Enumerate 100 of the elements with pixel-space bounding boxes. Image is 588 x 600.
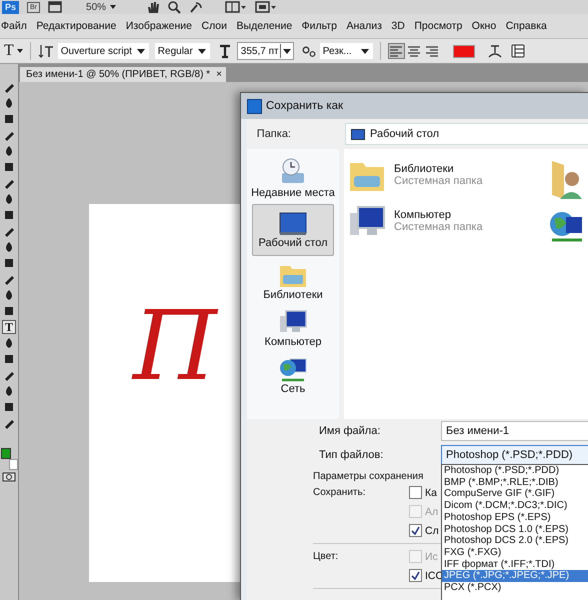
tool-button[interactable]	[2, 208, 16, 222]
save-label: Сохранить:	[313, 486, 366, 500]
quick-mask-icon[interactable]	[2, 472, 16, 482]
app-logo[interactable]: Ps	[2, 0, 20, 14]
pencil-icon	[3, 225, 15, 237]
pencil-icon	[3, 129, 15, 141]
square-icon	[3, 257, 15, 269]
file-type-option[interactable]: PCX (*.PCX)	[442, 582, 588, 594]
tool-button[interactable]	[2, 400, 16, 414]
menu-item[interactable]: Анализ	[346, 20, 382, 32]
zoom-level-dropdown[interactable]: 50%	[86, 2, 116, 12]
panels-icon[interactable]	[510, 44, 525, 58]
font-family-dropdown[interactable]: Ouverture script	[58, 43, 149, 59]
font-style-dropdown[interactable]: Regular	[154, 43, 210, 59]
square-icon	[3, 353, 15, 365]
menu-item[interactable]: Окно	[472, 20, 496, 32]
drop-icon	[3, 385, 15, 397]
menu-item[interactable]: Файл	[1, 20, 27, 32]
anti-alias-dropdown[interactable]: Резк...	[320, 43, 373, 59]
arrange-documents-icon[interactable]	[225, 1, 248, 13]
pencil-icon	[3, 81, 15, 93]
anti-alias-icon	[302, 44, 316, 58]
file-name-label: Имя файла:	[319, 425, 382, 437]
font-size-field[interactable]: 355,7 пт	[236, 42, 294, 60]
menu-item[interactable]: Выделение	[236, 20, 292, 32]
menu-item[interactable]: Просмотр	[414, 20, 462, 32]
checkbox[interactable]	[409, 486, 422, 499]
zoom-icon[interactable]	[168, 0, 182, 14]
text-color-swatch[interactable]	[452, 44, 475, 58]
drop-icon	[3, 241, 15, 253]
file-type-option[interactable]: Photoshop DCS 2.0 (*.EPS)	[442, 535, 588, 547]
background-color-swatch[interactable]	[9, 459, 18, 470]
place-item[interactable]: Недавние места	[253, 155, 333, 201]
file-name-field[interactable]: Без имени-1	[441, 421, 588, 441]
foreground-color-swatch[interactable]	[1, 448, 11, 460]
script-text: П	[133, 298, 217, 394]
file-type-label: Тип файлов:	[319, 449, 384, 461]
file-type-option[interactable]: Photoshop (*.PSD;*.PDD)	[442, 465, 588, 477]
document-tab[interactable]: Без имени-1 @ 50% (ПРИВЕТ, RGB/8) * ×	[20, 67, 226, 82]
rotate-view-icon[interactable]	[189, 0, 204, 14]
tool-button[interactable]	[2, 160, 16, 174]
view-extras-icon[interactable]	[48, 1, 62, 13]
hand-icon[interactable]	[146, 0, 160, 14]
menu-item[interactable]: Слои	[201, 20, 228, 32]
align-button[interactable]	[388, 43, 405, 59]
file-type-option[interactable]: BMP (*.BMP;*.RLE;*.DIB)	[442, 476, 588, 488]
checkbox[interactable]	[409, 524, 422, 537]
square-icon	[3, 401, 15, 413]
pencil-icon	[3, 177, 15, 189]
place-item[interactable]: Библиотеки	[253, 259, 333, 303]
tool-button[interactable]	[2, 256, 16, 270]
file-type-option[interactable]: CompuServe GIF (*.GIF)	[442, 488, 588, 500]
file-type-option[interactable]: Photoshop DCS 1.0 (*.EPS)	[442, 524, 588, 536]
text-orientation-icon[interactable]	[38, 43, 54, 59]
place-item[interactable]: Сеть	[253, 353, 333, 397]
checkbox-label: Сл	[425, 524, 439, 536]
checkbox[interactable]	[409, 569, 422, 582]
file-type-option[interactable]: IFF формат (*.IFF;*.TDI)	[442, 558, 588, 570]
drop-icon	[3, 97, 15, 109]
place-item[interactable]: Компьютер	[253, 306, 333, 350]
tool-button[interactable]	[2, 352, 16, 366]
dialog-title: Сохранить как	[266, 100, 344, 112]
folder-label: Папка:	[256, 128, 291, 140]
square-icon	[3, 305, 15, 317]
color-label: Цвет:	[313, 550, 340, 564]
save-options-title: Параметры сохранения	[313, 471, 424, 482]
menu-item[interactable]: 3D	[391, 20, 405, 32]
pencil-icon	[3, 369, 15, 381]
menu-item[interactable]: Справка	[506, 20, 547, 32]
tool-button[interactable]	[2, 304, 16, 318]
drop-icon	[3, 337, 15, 349]
file-type-dropdown[interactable]: Photoshop (*.PSD;*.PDD)	[441, 445, 588, 465]
checkbox-label: Ал	[425, 506, 438, 518]
square-icon	[3, 209, 15, 221]
menu-item[interactable]: Фильтр	[302, 20, 337, 32]
place-item[interactable]: Рабочий стол	[252, 204, 334, 256]
file-name[interactable]: Библиотеки	[394, 163, 483, 175]
pencil-icon	[3, 273, 15, 285]
drop-icon	[3, 289, 15, 301]
file-name[interactable]: Компьютер	[394, 209, 483, 221]
file-type-option[interactable]: FXG (*.FXG)	[442, 546, 588, 559]
checkbox-label: Ка	[425, 486, 437, 498]
file-type-option[interactable]: Photoshop EPS (*.EPS)	[442, 512, 588, 524]
folder-dropdown[interactable]: Рабочий стол	[345, 123, 588, 145]
file-type: Системная папка	[394, 221, 483, 233]
file-type-option[interactable]: JPEG (*.JPG;*.JPEG;*.JPE)	[442, 570, 588, 582]
tool-preset-picker[interactable]: T	[4, 42, 23, 60]
pencil-icon	[3, 417, 15, 429]
screen-mode-icon[interactable]	[255, 1, 278, 13]
tool-button[interactable]	[2, 112, 16, 126]
desktop-icon	[278, 211, 308, 237]
drop-icon	[3, 193, 15, 205]
square-icon	[3, 113, 15, 125]
font-size-icon	[218, 43, 232, 59]
file-type: Системная папка	[394, 175, 483, 187]
type-tool-button[interactable]: T	[2, 320, 16, 334]
file-type-option[interactable]: Dicom (*.DCM;*.DC3;*.DIC)	[442, 500, 588, 512]
menu-item[interactable]: Редактирование	[36, 20, 116, 32]
menu-item[interactable]: Изображение	[126, 20, 192, 32]
warp-text-icon[interactable]	[486, 43, 503, 59]
